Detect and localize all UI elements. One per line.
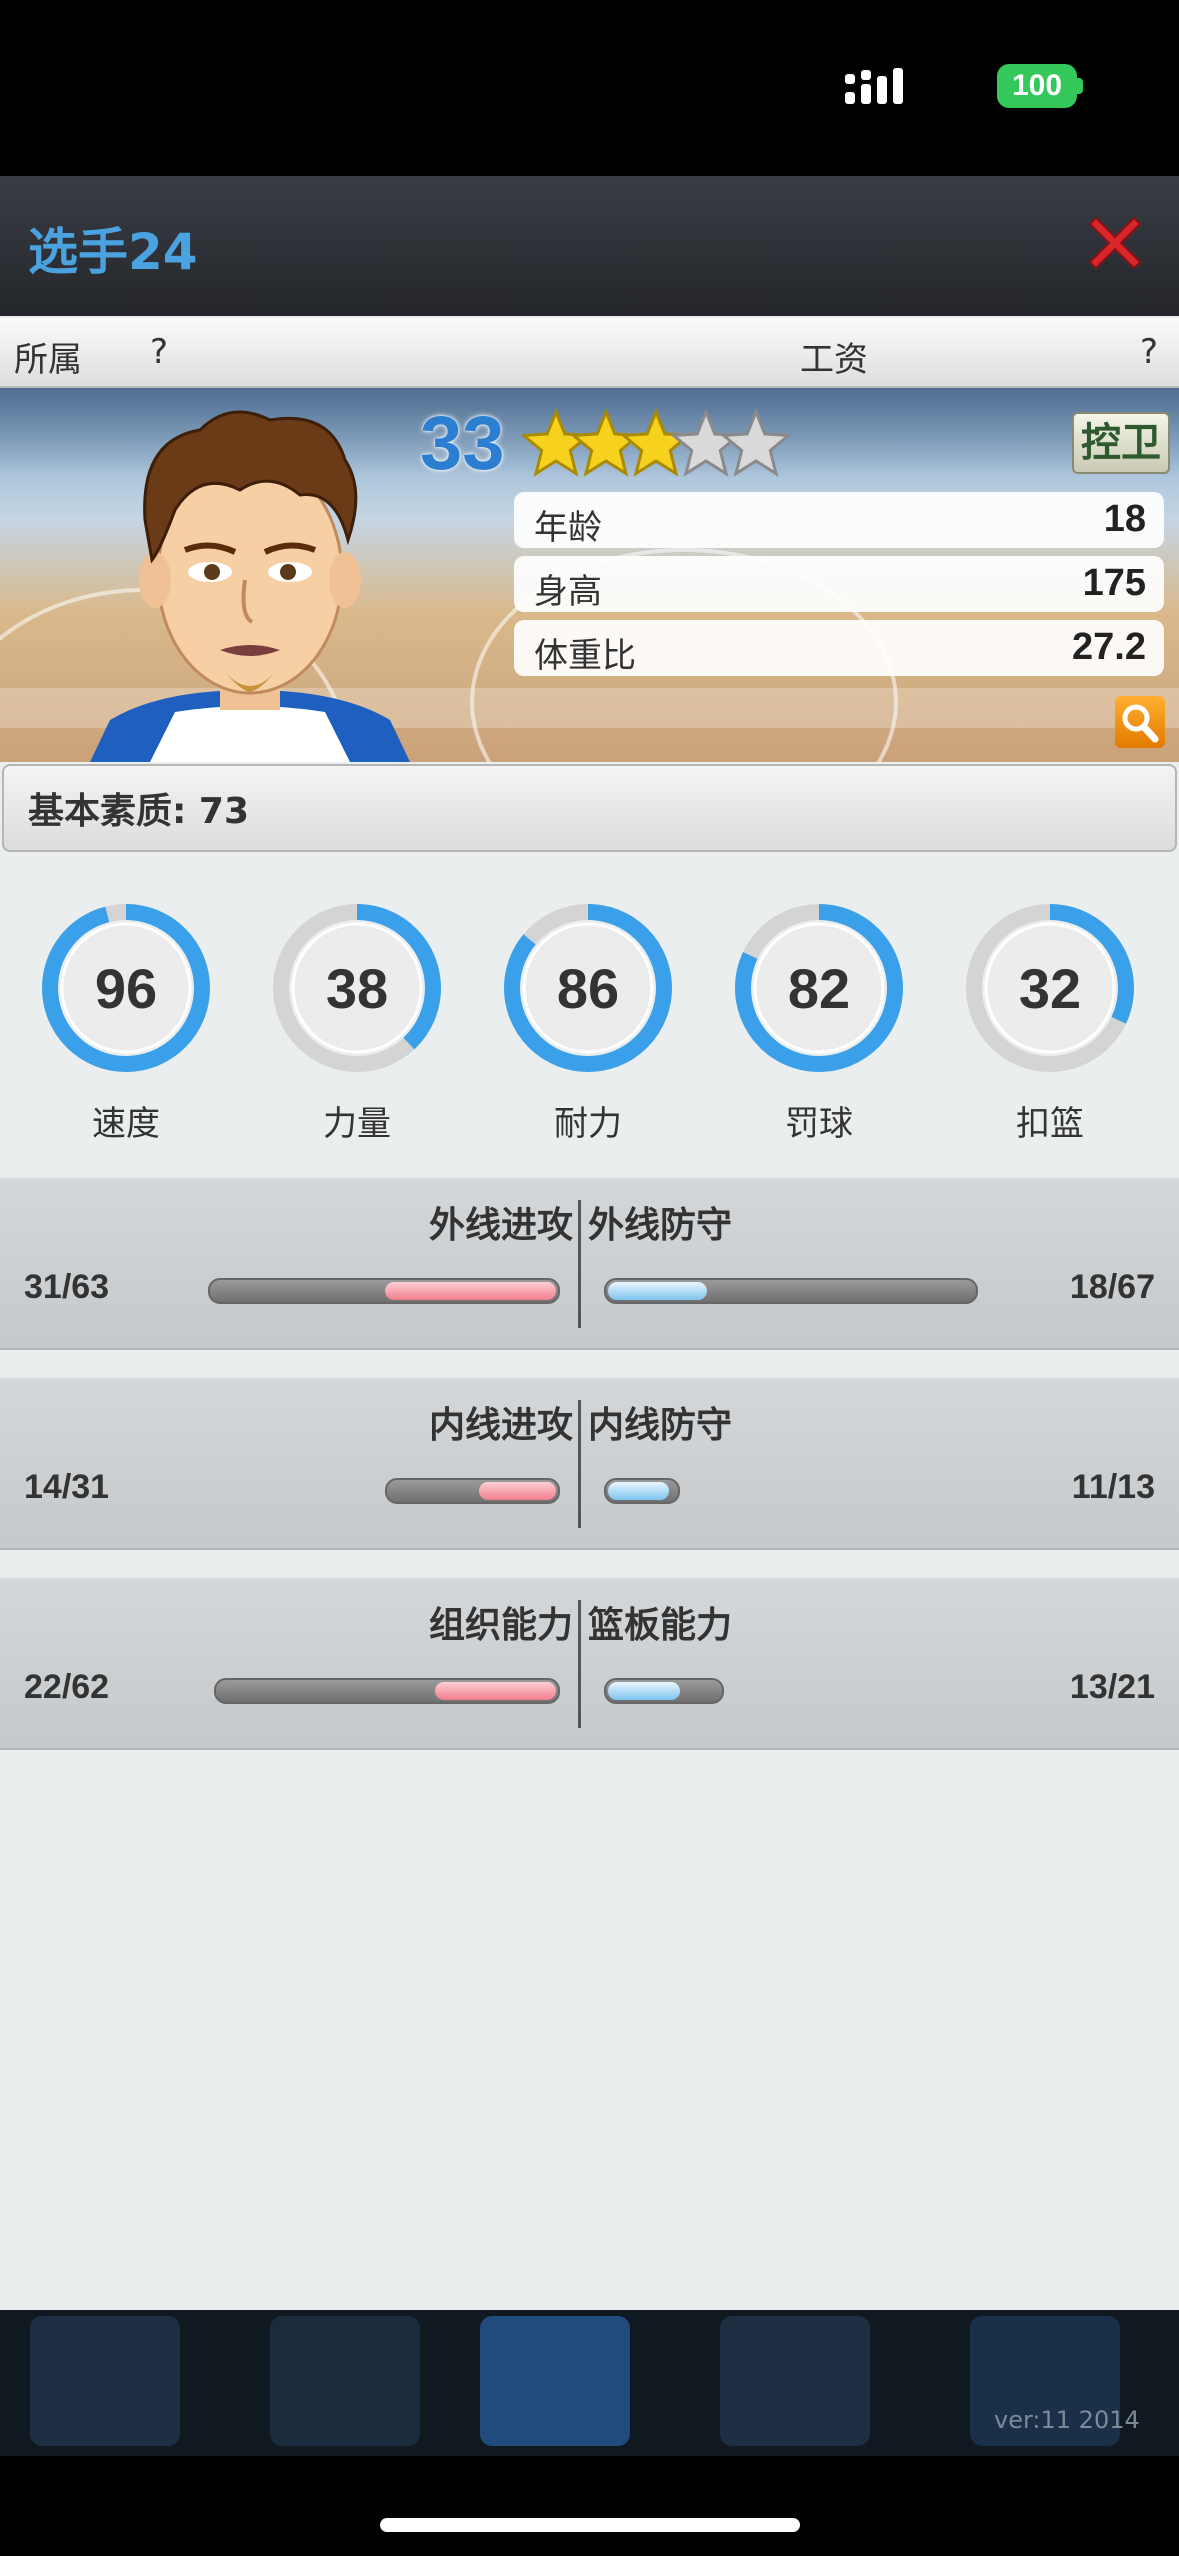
ability-label: 耐力: [554, 1104, 622, 1144]
close-icon[interactable]: [1080, 208, 1150, 278]
skill-title-right: 外线防守: [588, 1205, 733, 1246]
section-divider: [578, 1400, 581, 1528]
star-filled-icon: [619, 407, 693, 477]
team-label: 所属: [14, 340, 82, 380]
ability-ring: 96: [42, 904, 210, 1072]
attr-label: 年龄: [534, 508, 602, 548]
star-filled-icon: [522, 407, 593, 477]
attr-row-height: 身高 175: [514, 556, 1164, 612]
nav-item-2[interactable]: [270, 2316, 420, 2446]
search-icon: [1122, 704, 1159, 743]
attr-value: 18: [1103, 498, 1146, 540]
ability-ring: 38: [273, 904, 441, 1072]
section-divider: [578, 1600, 581, 1728]
skill-bar-right: [604, 1278, 978, 1304]
ability-label: 扣篮: [1016, 1104, 1084, 1144]
skill-title-right: 篮板能力: [588, 1605, 733, 1646]
skill-bar-left: [385, 1478, 560, 1504]
skill-value-left: 31/63: [24, 1268, 110, 1306]
star-empty-icon: [719, 407, 792, 477]
nav-item-1[interactable]: [30, 2316, 180, 2446]
page-title: 选手24: [28, 223, 198, 281]
ability-label: 速度: [92, 1104, 160, 1144]
team-value: ?: [150, 332, 169, 372]
skill-value-right: 13/21: [1069, 1668, 1155, 1706]
info-row: [0, 318, 1179, 388]
skill-title-left: 内线进攻: [428, 1405, 573, 1446]
ability-label: 罚球: [785, 1104, 853, 1144]
skill-bar-fill: [478, 1482, 556, 1500]
ability-value: 86: [557, 957, 619, 1020]
rating-stars: [522, 407, 792, 477]
attr-row-age: 年龄 18: [514, 492, 1164, 548]
skill-bar-right: [604, 1678, 724, 1704]
salary-label: 工资: [800, 340, 868, 380]
skill-bar-right: [604, 1478, 680, 1504]
battery-tip: [1077, 78, 1083, 94]
skill-bar-fill: [434, 1682, 556, 1700]
attr-value: 175: [1082, 562, 1146, 604]
attr-row-weight-ratio: 体重比 27.2: [514, 620, 1164, 676]
ability-value: 82: [788, 957, 850, 1020]
ability-value: 38: [326, 957, 388, 1020]
skill-bar-left: [214, 1678, 560, 1704]
network-type: 4G: [923, 62, 977, 106]
skill-bar-fill: [608, 1682, 680, 1700]
version-text: ver:11 2014: [994, 2406, 1140, 2434]
home-indicator[interactable]: [380, 2518, 800, 2532]
skill-bar-left: [208, 1278, 560, 1304]
nav-item-3[interactable]: [480, 2316, 630, 2446]
star-empty-icon: [669, 407, 743, 477]
ability-value: 32: [1019, 957, 1081, 1020]
skill-title-left: 组织能力: [428, 1605, 573, 1646]
base-quality-text: 基本素质: 73: [28, 791, 250, 832]
skill-value-right: 18/67: [1069, 1268, 1155, 1306]
skill-bar-fill: [608, 1482, 669, 1500]
position-badge: 控卫: [1072, 412, 1170, 474]
section-divider: [578, 1200, 581, 1328]
ability-ring: 32: [966, 904, 1134, 1072]
search-button[interactable]: [1115, 696, 1165, 748]
skill-title-right: 内线防守: [588, 1405, 733, 1446]
skill-title-left: 外线进攻: [428, 1205, 573, 1246]
skill-value-right: 11/13: [1071, 1468, 1155, 1506]
skill-bar-fill: [608, 1282, 708, 1300]
ability-ring: 82: [735, 904, 903, 1072]
ability-value: 96: [95, 957, 157, 1020]
nav-item-4[interactable]: [720, 2316, 870, 2446]
attr-label: 身高: [534, 572, 602, 612]
skill-bar-fill: [384, 1282, 556, 1300]
status-time: 01:19: [150, 53, 288, 111]
signal-icon: [845, 68, 903, 104]
attr-label: 体重比: [534, 636, 636, 676]
skill-value-left: 22/62: [24, 1668, 110, 1706]
ability-ring: 86: [504, 904, 672, 1072]
ability-label: 力量: [323, 1104, 391, 1144]
skill-value-left: 14/31: [24, 1468, 110, 1506]
star-filled-icon: [569, 407, 643, 477]
battery-icon: 100: [997, 64, 1077, 108]
player-rating: 33: [420, 401, 505, 486]
salary-value: ?: [1140, 332, 1159, 372]
player-avatar: [90, 410, 410, 762]
attr-value: 27.2: [1072, 626, 1146, 668]
